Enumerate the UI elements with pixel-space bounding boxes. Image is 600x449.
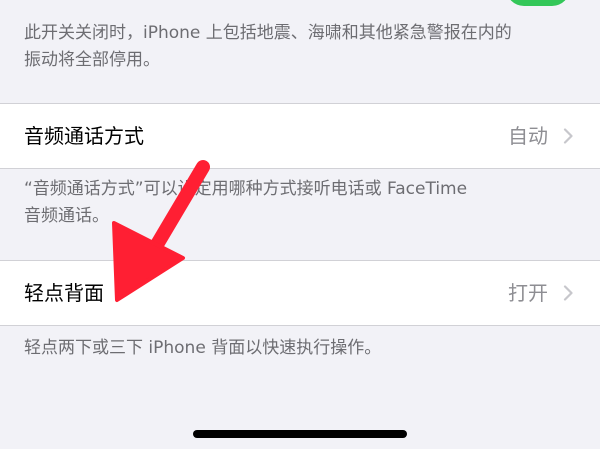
audio-call-routing-title: 音频通话方式 — [24, 124, 144, 148]
audio-call-routing-footer: “音频通话方式”可以设定用哪种方式接听电话或 FaceTime 音频通话。 — [24, 179, 468, 226]
chevron-right-icon — [563, 285, 573, 301]
emergency-alerts-toggle[interactable] — [506, 0, 570, 6]
back-tap-value: 打开 — [508, 281, 548, 305]
back-tap-title: 轻点背面 — [24, 281, 104, 305]
audio-call-routing-row[interactable]: 音频通话方式 自动 — [0, 103, 600, 169]
audio-call-routing-value: 自动 — [508, 124, 548, 148]
emergency-alerts-footer: 此开关关闭时，iPhone 上包括地震、海啸和其他紧急警报在内的 振动将全部停用… — [24, 23, 512, 70]
home-indicator[interactable] — [193, 430, 407, 438]
back-tap-footer: 轻点两下或三下 iPhone 背面以快速执行操作。 — [24, 338, 382, 358]
back-tap-row[interactable]: 轻点背面 打开 — [0, 260, 600, 326]
chevron-right-icon — [563, 128, 573, 144]
